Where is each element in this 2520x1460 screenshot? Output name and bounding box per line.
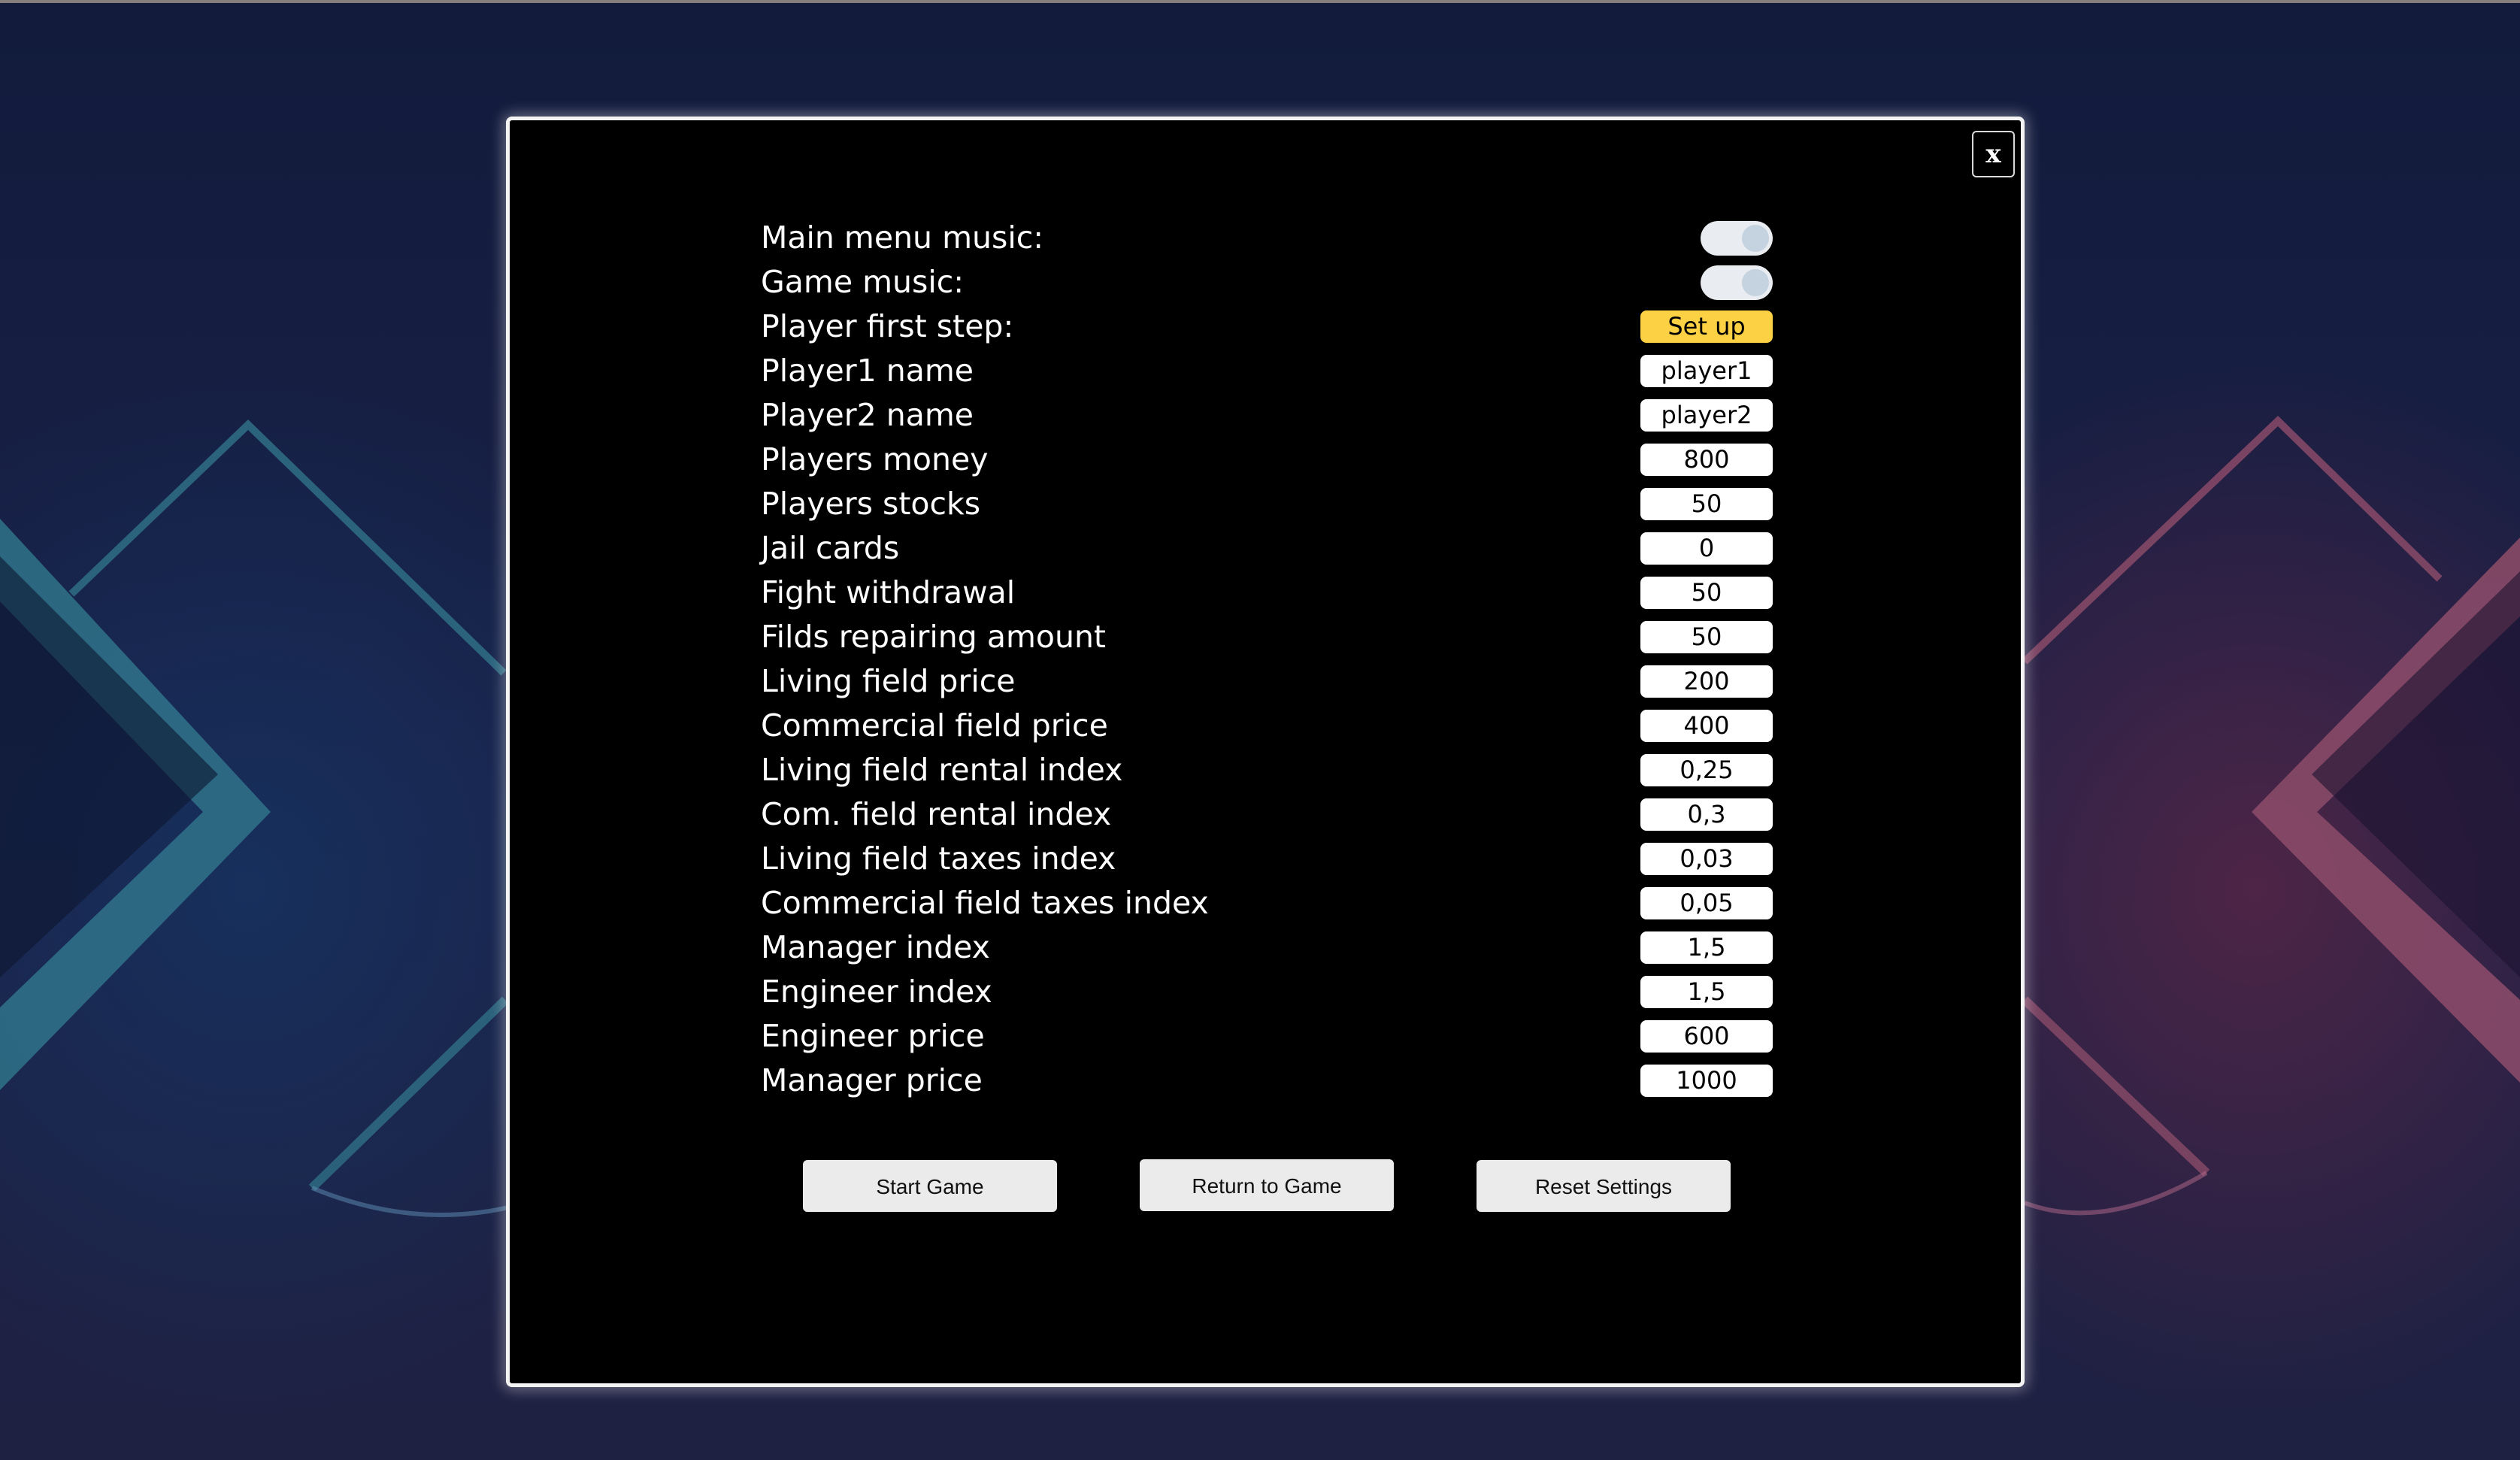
right-glow-arc: [2023, 1171, 2208, 1216]
setting-label: Engineer index: [761, 974, 992, 1010]
living-field-price-input[interactable]: [1640, 665, 1773, 698]
toggle-knob: [1742, 269, 1769, 296]
player2-name-input[interactable]: [1640, 399, 1773, 432]
setting-row-fields-repairing-amount: Filds repairing amount: [761, 615, 1773, 659]
jail-cards-input[interactable]: [1640, 532, 1773, 565]
setting-row-engineer-index: Engineer index: [761, 970, 1773, 1014]
setting-label: Com. field rental index: [761, 796, 1112, 832]
setting-label: Player2 name: [761, 397, 974, 433]
main-menu-music-toggle[interactable]: [1701, 221, 1773, 256]
setting-label: Filds repairing amount: [761, 619, 1107, 655]
close-button[interactable]: x: [1972, 131, 2015, 177]
setting-row-fight-withdrawal: Fight withdrawal: [761, 571, 1773, 615]
living-field-rental-index-input[interactable]: [1640, 754, 1773, 786]
engineer-index-input[interactable]: [1640, 976, 1773, 1008]
setting-row-main-menu-music: Main menu music:: [761, 216, 1773, 260]
setting-row-players-money: Players money: [761, 438, 1773, 482]
commercial-field-taxes-index-input[interactable]: [1640, 887, 1773, 919]
setting-label: Players money: [761, 441, 989, 477]
setting-row-player1-name: Player1 name: [761, 349, 1773, 393]
setting-row-living-field-rental-index: Living field rental index: [761, 748, 1773, 792]
setting-label: Engineer price: [761, 1018, 985, 1054]
setting-row-engineer-price: Engineer price: [761, 1014, 1773, 1059]
setting-label: Commercial field price: [761, 707, 1108, 744]
setting-row-commercial-field-price: Commercial field price: [761, 704, 1773, 748]
setting-label: Players stocks: [761, 486, 981, 522]
toggle-knob: [1742, 225, 1769, 252]
players-money-input[interactable]: [1640, 444, 1773, 476]
setting-row-living-field-price: Living field price: [761, 659, 1773, 704]
setting-label: Player first step:: [761, 308, 1014, 344]
living-field-taxes-index-input[interactable]: [1640, 843, 1773, 875]
setting-label: Player1 name: [761, 353, 974, 389]
left-glow-arc: [310, 1186, 527, 1217]
fight-withdrawal-input[interactable]: [1640, 577, 1773, 609]
setting-row-players-stocks: Players stocks: [761, 482, 1773, 526]
players-stocks-input[interactable]: [1640, 488, 1773, 520]
game-settings-screen: x Main menu music: Game music: Player fi…: [0, 0, 2520, 1460]
setting-label: Manager index: [761, 929, 990, 965]
engineer-price-input[interactable]: [1640, 1020, 1773, 1053]
setting-row-manager-index: Manager index: [761, 925, 1773, 970]
setting-row-game-music: Game music:: [761, 260, 1773, 304]
setting-row-commercial-field-taxes-index: Commercial field taxes index: [761, 881, 1773, 925]
setting-label: Living field taxes index: [761, 841, 1116, 877]
left-diamond-line-1: [68, 420, 507, 676]
setting-label: Fight withdrawal: [761, 574, 1016, 610]
setting-label: Living field rental index: [761, 752, 1123, 788]
game-music-toggle[interactable]: [1701, 265, 1773, 300]
setting-label: Commercial field taxes index: [761, 885, 1209, 921]
com-field-rental-index-input[interactable]: [1640, 798, 1773, 831]
left-diamond-line-2: [308, 996, 509, 1192]
setting-row-living-field-taxes-index: Living field taxes index: [761, 837, 1773, 881]
setting-label: Jail cards: [761, 530, 900, 566]
player1-name-input[interactable]: [1640, 355, 1773, 387]
setting-row-player2-name: Player2 name: [761, 393, 1773, 438]
manager-price-input[interactable]: [1640, 1065, 1773, 1097]
setting-row-com-field-rental-index: Com. field rental index: [761, 792, 1773, 837]
setup-first-step-button[interactable]: Set up: [1640, 310, 1773, 343]
setting-label: Main menu music:: [761, 220, 1044, 256]
right-diamond-line-1: [2022, 416, 2443, 665]
setting-row-player-first-step: Player first step: Set up: [761, 304, 1773, 349]
setting-label: Game music:: [761, 264, 965, 300]
right-diamond-line-2: [2021, 996, 2210, 1177]
return-to-game-button[interactable]: Return to Game: [1140, 1159, 1394, 1211]
setting-row-jail-cards: Jail cards: [761, 526, 1773, 571]
manager-index-input[interactable]: [1640, 931, 1773, 964]
start-game-button[interactable]: Start Game: [803, 1160, 1057, 1212]
reset-settings-button[interactable]: Reset Settings: [1477, 1160, 1731, 1212]
commercial-field-price-input[interactable]: [1640, 710, 1773, 742]
setting-label: Manager price: [761, 1062, 983, 1098]
setting-label: Living field price: [761, 663, 1016, 699]
setting-row-manager-price: Manager price: [761, 1059, 1773, 1103]
fields-repairing-amount-input[interactable]: [1640, 621, 1773, 653]
